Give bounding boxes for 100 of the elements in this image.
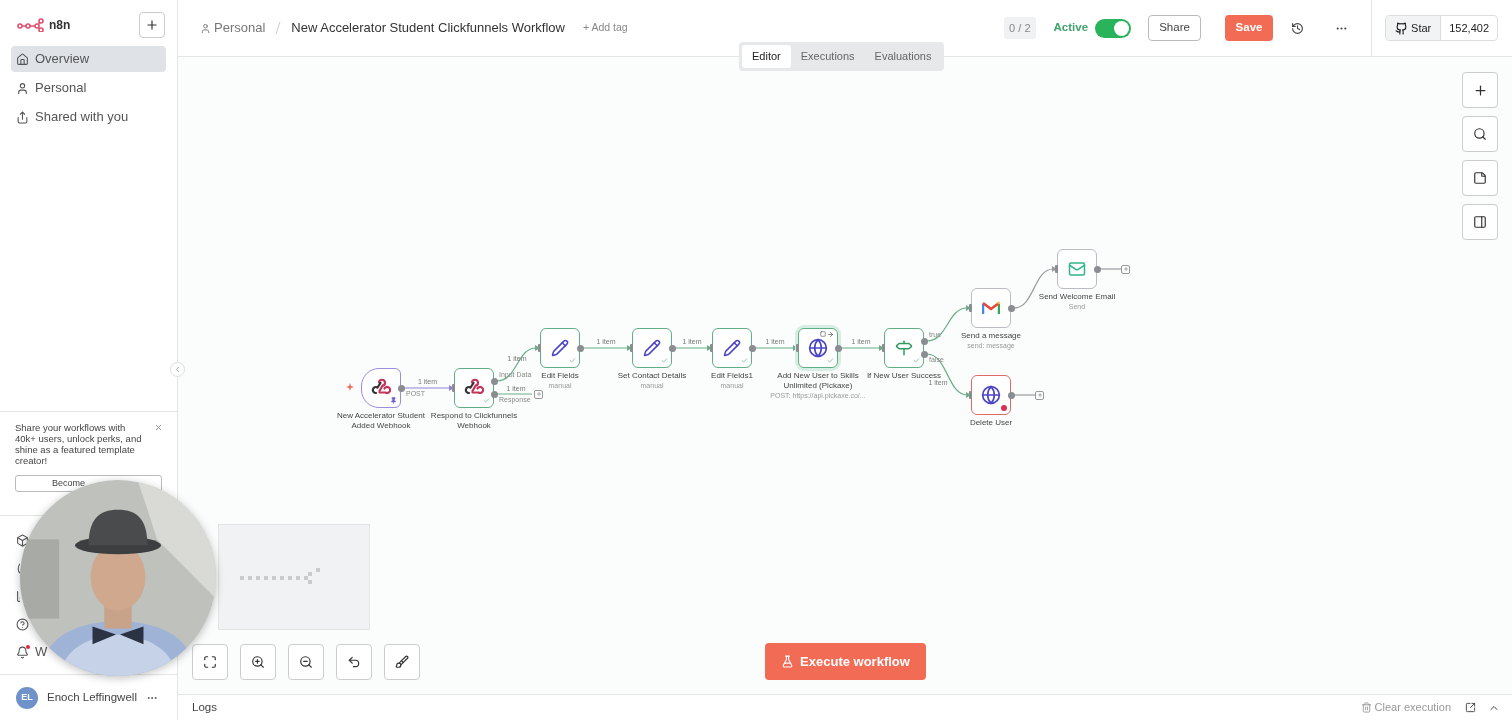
plus-icon xyxy=(1122,266,1129,272)
nav-item[interactable]: Shared with you xyxy=(11,104,166,130)
logs-title[interactable]: Logs xyxy=(192,698,217,717)
output-handle[interactable] xyxy=(398,384,405,392)
success-check-icon xyxy=(661,357,668,364)
workflow-node[interactable] xyxy=(454,368,494,408)
github-star-button[interactable]: Star 152,402 xyxy=(1385,15,1498,41)
node-title: Edit Fields xyxy=(541,371,579,381)
connection-line xyxy=(403,385,454,391)
view-tab[interactable]: Evaluations xyxy=(864,45,942,68)
share-button[interactable]: Share xyxy=(1148,15,1202,41)
breadcrumb-separator xyxy=(275,21,282,35)
connection-line xyxy=(496,345,540,382)
connection-line xyxy=(754,345,798,351)
trash-icon xyxy=(1360,702,1372,713)
output-handle[interactable] xyxy=(835,344,842,352)
add-node-handle[interactable] xyxy=(1035,390,1044,400)
star-label: Star xyxy=(1411,20,1432,36)
logo-text: n8n xyxy=(49,17,71,34)
input-handle[interactable] xyxy=(969,304,972,312)
node-action-icon[interactable] xyxy=(820,331,826,337)
nav-item[interactable]: Personal xyxy=(11,75,166,101)
bell-icon[interactable] xyxy=(16,645,29,659)
output-handle[interactable] xyxy=(749,344,756,352)
add-node-handle[interactable] xyxy=(534,389,543,399)
connection-line xyxy=(582,345,632,351)
input-handle[interactable] xyxy=(882,344,885,352)
workflow-node[interactable] xyxy=(632,328,672,368)
mail-icon xyxy=(1068,260,1086,278)
view-tab[interactable]: Executions xyxy=(790,45,865,68)
breadcrumb-link[interactable]: Personal xyxy=(214,18,266,38)
plus-icon xyxy=(1472,82,1488,98)
output-handle[interactable] xyxy=(1008,391,1015,399)
node-title: Respond to Clickfunnels Webhook xyxy=(429,411,519,431)
input-handle[interactable] xyxy=(452,384,455,392)
nav-item[interactable]: Overview xyxy=(11,46,166,72)
panel-button[interactable] xyxy=(1462,204,1498,240)
chevron-left-icon xyxy=(173,365,182,374)
pencil-icon xyxy=(723,339,741,357)
workflow-node[interactable] xyxy=(1057,249,1097,289)
search-button[interactable] xyxy=(1462,116,1498,152)
view-tab[interactable]: Editor xyxy=(742,45,791,68)
add-node-button[interactable] xyxy=(1462,72,1498,108)
zoom-in-icon xyxy=(251,655,265,669)
node-action-icon[interactable] xyxy=(827,331,834,338)
plus-icon xyxy=(535,391,542,397)
pop-out-icon[interactable] xyxy=(1465,702,1476,713)
input-handle[interactable] xyxy=(538,344,541,352)
connection-line xyxy=(1013,266,1057,309)
nav-label[interactable]: W xyxy=(35,642,48,662)
plus-icon xyxy=(1036,392,1043,398)
help-icon[interactable] xyxy=(16,617,29,631)
workflow-node[interactable] xyxy=(971,375,1011,415)
history-icon[interactable] xyxy=(1291,21,1305,35)
workflow-node[interactable] xyxy=(712,328,752,368)
add-node-handle[interactable] xyxy=(1121,264,1130,274)
workflow-title[interactable]: New Accelerator Student Clickfunnels Workflow xyxy=(291,18,565,38)
star-count: 152,402 xyxy=(1448,20,1490,36)
input-handle[interactable] xyxy=(796,344,799,352)
box-icon[interactable] xyxy=(16,533,29,547)
input-handle[interactable] xyxy=(1055,265,1058,273)
workflow-node[interactable] xyxy=(798,328,838,368)
node-title: Send a message xyxy=(960,331,1021,341)
input-handle[interactable] xyxy=(969,391,972,399)
fit-view-icon xyxy=(203,655,217,669)
close-icon[interactable] xyxy=(154,423,163,432)
node-title: Delete User xyxy=(969,418,1013,428)
output-handle[interactable] xyxy=(1008,304,1015,312)
success-check-icon xyxy=(483,397,490,404)
output-handle[interactable] xyxy=(669,344,676,352)
logo-icon xyxy=(17,18,44,32)
create-button[interactable] xyxy=(139,12,165,38)
output-handle[interactable] xyxy=(577,344,584,352)
user-name: Enoch Leffingwell xyxy=(47,689,137,705)
zoom-in-button[interactable] xyxy=(240,644,276,680)
workflow-node[interactable] xyxy=(540,328,580,368)
signpost-icon xyxy=(895,339,913,357)
undo-button[interactable] xyxy=(336,644,372,680)
tidy-up-button[interactable] xyxy=(384,644,420,680)
workflow-node[interactable] xyxy=(361,368,401,408)
success-check-icon xyxy=(741,357,748,364)
connection-line xyxy=(674,345,712,351)
github-icon xyxy=(1395,21,1409,35)
share-icon xyxy=(16,110,29,124)
output-handle[interactable] xyxy=(1094,265,1101,273)
fit-view-button[interactable] xyxy=(192,644,228,680)
input-handle[interactable] xyxy=(630,344,633,352)
workflow-node[interactable] xyxy=(971,288,1011,328)
brush-icon xyxy=(395,655,409,669)
input-handle[interactable] xyxy=(710,344,713,352)
add-tag-link[interactable]: + Add tag xyxy=(582,20,628,36)
zoom-out-button[interactable] xyxy=(288,644,324,680)
sticky-note-button[interactable] xyxy=(1462,160,1498,196)
node-title: Send Welcome Email xyxy=(1038,292,1116,302)
promo-text: Share your workflows with 40k+ users, unlock perks, and shine as a featured template creator! xyxy=(15,422,143,466)
home-icon xyxy=(16,52,29,66)
user-icon xyxy=(200,22,211,34)
active-toggle[interactable] xyxy=(1095,18,1132,38)
pin-icon xyxy=(390,397,397,404)
workflow-node[interactable] xyxy=(884,328,924,368)
